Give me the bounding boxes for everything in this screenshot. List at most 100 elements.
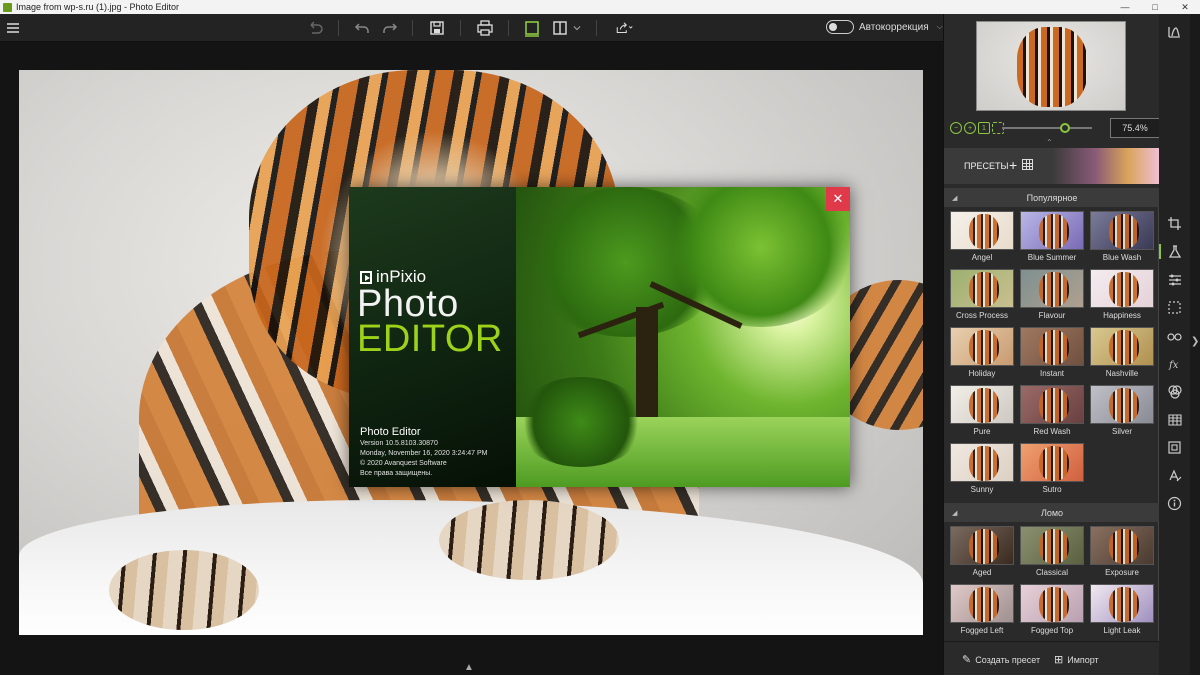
glasses-tool-button[interactable] [1165, 326, 1184, 345]
histogram-tool-button[interactable] [1165, 22, 1184, 41]
undo-icon [354, 23, 369, 33]
zoom-controls: − + 1 75.4% [950, 118, 1160, 138]
histogram-icon [1168, 27, 1180, 38]
zoom-in-icon[interactable]: + [964, 122, 976, 134]
preset-item[interactable]: Blue Summer [1020, 211, 1084, 265]
adjustments-sliders-tool-button[interactable] [1165, 270, 1184, 289]
fit-to-screen-icon[interactable]: 1 [978, 122, 990, 134]
filters-flask-tool-button[interactable] [1159, 242, 1184, 261]
collapse-navigator-chevron-icon[interactable]: ⌃ [1046, 138, 1053, 147]
preset-item[interactable]: Happiness [1090, 269, 1154, 323]
preset-label: Blue Summer [1027, 253, 1077, 262]
info-tool-button[interactable] [1165, 494, 1184, 513]
preset-item[interactable]: Instant [1020, 327, 1084, 381]
preset-item[interactable]: Sutro [1020, 443, 1084, 497]
splash-close-button[interactable]: ✕ [826, 187, 850, 211]
zoom-slider[interactable] [1002, 127, 1092, 129]
preset-item[interactable]: Flavour [1020, 269, 1084, 323]
chevron-down-icon[interactable]: ⌵ [937, 22, 943, 32]
preset-label: Fogged Top [1030, 626, 1074, 635]
selection-icon [1168, 301, 1181, 314]
texture-tool-button[interactable] [1165, 410, 1184, 429]
autocorrect-toggle[interactable] [826, 20, 854, 34]
preset-category-name: Популярное [1026, 192, 1078, 203]
preset-item[interactable]: Angel [950, 211, 1014, 265]
blend-tool-button[interactable] [1165, 382, 1184, 401]
toolbar-separator [596, 20, 597, 36]
fx-tool-button[interactable]: fx [1165, 354, 1184, 373]
preset-label: Exposure [1105, 568, 1139, 577]
create-preset-icon: ✎ [962, 654, 972, 666]
preset-thumbnail [950, 385, 1014, 424]
expand-panel-chevron-icon[interactable]: ❯ [1191, 336, 1199, 347]
preset-item[interactable]: Silver [1090, 385, 1154, 439]
preset-label: Angel [971, 253, 993, 262]
app-icon [3, 2, 12, 12]
text-tool-button[interactable] [1165, 466, 1184, 485]
preset-item[interactable]: Blue Wash [1090, 211, 1154, 265]
preset-item[interactable]: Red Wash [1020, 385, 1084, 439]
preset-category-header[interactable]: ◢ Ломо [944, 503, 1160, 522]
preset-label: Cross Process [955, 311, 1008, 320]
toolbar-separator [508, 20, 509, 36]
preset-item[interactable]: Holiday [950, 327, 1014, 381]
window-close-button[interactable]: ✕ [1170, 0, 1200, 14]
share-button[interactable] [610, 18, 638, 38]
svg-text:fx: fx [1168, 360, 1179, 371]
zoom-out-icon[interactable]: − [950, 122, 962, 134]
preset-label: Flavour [1038, 311, 1066, 320]
maximize-button[interactable]: □ [1140, 0, 1170, 14]
create-preset-button[interactable]: ✎ Создать пресет [962, 653, 1040, 666]
preset-label: Nashville [1105, 369, 1139, 378]
save-button[interactable] [426, 18, 448, 38]
preset-thumbnail [1090, 526, 1154, 565]
preset-item[interactable]: Aged [950, 526, 1014, 580]
preset-thumbnail [1020, 269, 1084, 308]
preset-item[interactable]: Fogged Left [950, 584, 1014, 638]
undo-all-button[interactable] [304, 18, 326, 38]
split-view-button[interactable] [549, 18, 571, 38]
undo-button[interactable] [351, 18, 373, 38]
frame-tool-button[interactable] [1165, 438, 1184, 457]
menu-button[interactable] [2, 18, 24, 38]
image-canvas[interactable]: inPixio Photo EDITOR Photo Editor Versio… [0, 42, 943, 675]
grid-view-icon[interactable] [1022, 159, 1033, 170]
preset-item[interactable]: Classical [1020, 526, 1084, 580]
preset-category-header[interactable]: ◢ Популярное [944, 188, 1160, 207]
preset-item[interactable]: Pure [950, 385, 1014, 439]
import-button[interactable]: ⊞ Импорт [1054, 653, 1099, 666]
version-info: Photo Editor Version 10.5.8103.30870 Mon… [360, 425, 488, 479]
preset-label: Instant [1039, 369, 1064, 378]
preset-item[interactable]: Sunny [950, 443, 1014, 497]
preset-item[interactable]: Fogged Top [1020, 584, 1084, 638]
presets-footer: ✎ Создать пресет ⊞ Импорт [944, 641, 1160, 675]
preset-thumbnail [1020, 526, 1084, 565]
single-view-button[interactable] [521, 18, 543, 38]
preset-thumbnail [1090, 211, 1154, 250]
zoom-value-input[interactable]: 75.4% [1110, 118, 1160, 138]
build-date: Monday, November 16, 2020 3:24:47 PM [360, 450, 488, 457]
texture-icon [1168, 414, 1182, 426]
preset-item[interactable]: Light Leak [1090, 584, 1154, 638]
preset-thumbnail [1020, 327, 1084, 366]
toolbar-separator [412, 20, 413, 36]
bushes [516, 377, 646, 467]
preset-label: Happiness [1103, 311, 1141, 320]
zoom-slider-handle[interactable] [1060, 123, 1070, 133]
preset-thumbnail [1020, 211, 1084, 250]
crop-tool-button[interactable] [1165, 214, 1184, 233]
add-preset-icon[interactable]: + [1009, 157, 1017, 173]
redo-button[interactable] [379, 18, 401, 38]
minimize-button[interactable]: — [1110, 0, 1140, 14]
chevron-up-icon[interactable]: ▲ [464, 662, 474, 673]
preset-thumbnail [950, 443, 1014, 482]
preset-item[interactable]: Nashville [1090, 327, 1154, 381]
selection-tool-button[interactable] [1165, 298, 1184, 317]
version-text: Version 10.5.8103.30870 [360, 440, 438, 447]
fx-icon: fx [1168, 360, 1179, 371]
print-button[interactable] [474, 18, 496, 38]
view-options-dropdown[interactable] [570, 18, 584, 38]
preset-item[interactable]: Cross Process [950, 269, 1014, 323]
preset-item[interactable]: Exposure [1090, 526, 1154, 580]
navigator-thumbnail[interactable] [976, 21, 1126, 111]
